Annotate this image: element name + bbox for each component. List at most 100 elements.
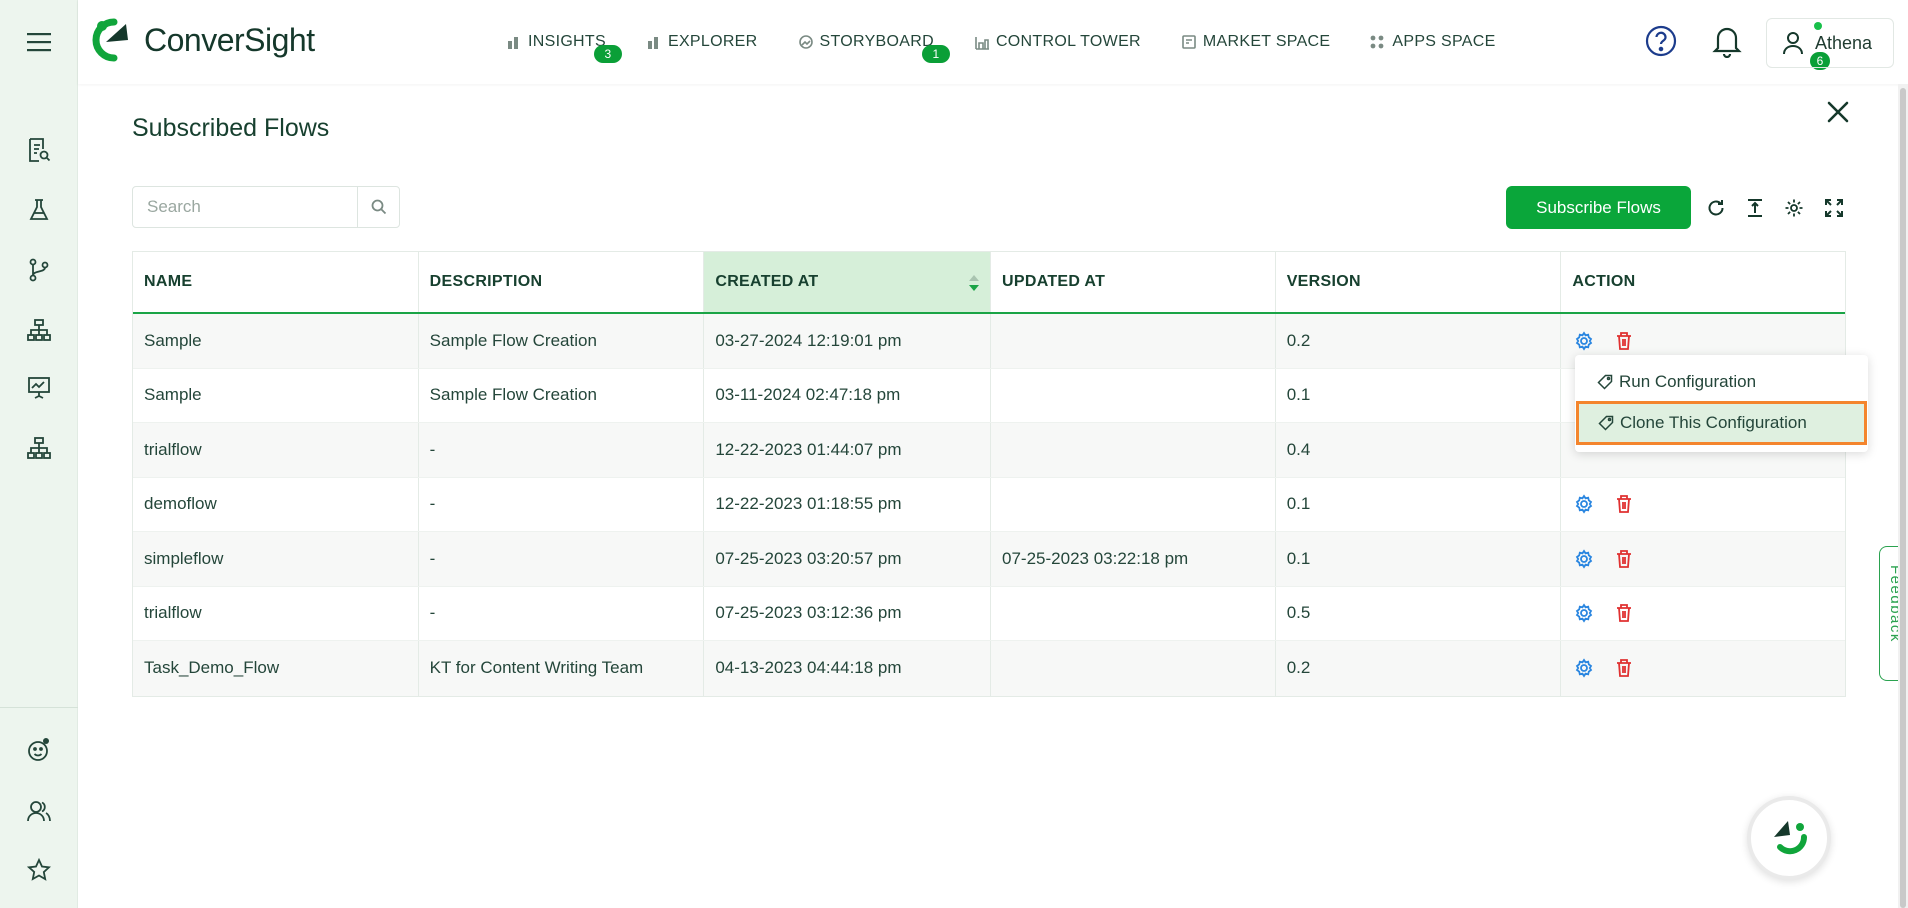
org-chart-icon[interactable] [21,430,57,466]
table-row: trialflow - 07-25-2023 03:12:36 pm 0.5 [133,586,1845,641]
bell-icon[interactable] [1712,24,1742,63]
nav-insights-badge: 3 [593,45,622,63]
delete-trash-icon[interactable] [1612,656,1636,680]
report-search-icon[interactable] [21,132,57,168]
brand-logo[interactable]: ConverSight [92,18,315,62]
apps-grid-icon [1370,34,1386,50]
search-input[interactable] [133,187,357,227]
tag-icon [1597,374,1613,390]
left-rail [0,0,78,908]
storyboard-icon [798,34,814,50]
flask-icon[interactable] [21,192,57,228]
cell-created-at: 12-22-2023 01:18:55 pm [704,477,992,531]
refresh-icon[interactable] [1704,196,1728,220]
scrollbar-thumb[interactable] [1900,88,1906,908]
cell-created-at: 07-25-2023 03:12:36 pm [704,586,992,640]
user-icon [1783,32,1803,55]
column-header-version[interactable]: VERSION [1276,252,1562,312]
nav-insights-label: INSIGHTS [528,33,606,50]
nav-insights[interactable]: INSIGHTS 3 [506,33,622,63]
delete-trash-icon[interactable] [1612,601,1636,625]
cell-actions [1561,587,1845,641]
user-menu[interactable]: Athena [1766,18,1894,68]
nav-control-tower[interactable]: CONTROL TOWER [974,33,1141,51]
cell-name: Task_Demo_Flow [133,641,419,696]
table-header: NAME DESCRIPTION CREATED AT UPDATED AT V… [133,252,1845,314]
search-icon[interactable] [357,187,399,227]
page-scrollbar[interactable] [1898,84,1908,908]
cell-updated-at [991,314,1276,368]
cell-description: Sample Flow Creation [419,314,705,368]
column-header-name[interactable]: NAME [133,252,419,312]
bot-face-icon[interactable] [21,732,57,768]
settings-gear-icon[interactable] [1572,601,1596,625]
close-icon[interactable] [1826,100,1850,129]
text-height-icon[interactable] [1743,196,1767,220]
fullscreen-icon[interactable] [1822,196,1846,220]
chatbot-launcher[interactable] [1747,796,1831,880]
cell-created-at: 12-22-2023 01:44:07 pm [704,423,992,477]
nav-market-space[interactable]: MARKET SPACE [1181,33,1330,51]
delete-trash-icon[interactable] [1612,492,1636,516]
column-header-action: ACTION [1572,273,1636,290]
cell-name: Sample [133,368,419,422]
tag-icon [1598,415,1614,431]
settings-gear-icon[interactable] [1572,492,1596,516]
table-row: simpleflow - 07-25-2023 03:20:57 pm 07-2… [133,532,1845,587]
menu-item-clone-configuration[interactable]: Clone This Configuration [1576,401,1867,445]
menu-item-run-configuration[interactable]: Run Configuration [1575,360,1868,404]
delete-trash-icon[interactable] [1612,547,1636,571]
nav-explorer[interactable]: EXPLORER [646,33,758,51]
table-row: demoflow - 12-22-2023 01:18:55 pm 0.1 [133,477,1845,532]
cell-version: 0.5 [1276,586,1562,640]
settings-gear-icon[interactable] [1572,547,1596,571]
user-name: Athena [1815,32,1873,53]
nav-storyboard-badge: 1 [921,45,950,63]
column-header-created-at-label: CREATED AT [715,273,819,290]
control-tower-icon [974,34,990,50]
presentation-chart-icon[interactable] [21,370,57,406]
cell-updated-at [991,641,1276,696]
cell-name: simpleflow [133,532,419,586]
users-icon[interactable] [21,793,57,829]
market-icon [1181,34,1197,50]
cell-updated-at [991,368,1276,422]
flow-branch-icon[interactable] [21,252,57,288]
subscribe-flows-button[interactable]: Subscribe Flows [1506,186,1691,229]
nav-storyboard[interactable]: STORYBOARD 1 [798,33,950,63]
nav-apps-space-label: APPS SPACE [1392,33,1496,50]
help-icon[interactable] [1644,24,1678,63]
cell-name: trialflow [133,423,419,477]
settings-gear-icon[interactable] [1572,656,1596,680]
chatbot-logo-icon [1774,821,1808,855]
hamburger-menu-icon[interactable] [21,24,57,60]
cell-description: KT for Content Writing Team [419,641,705,696]
cell-version: 0.2 [1276,641,1562,696]
gear-icon[interactable] [1782,196,1806,220]
delete-trash-icon[interactable] [1612,329,1636,353]
cell-description: - [419,423,705,477]
column-header-description[interactable]: DESCRIPTION [419,252,705,312]
cell-version: 0.4 [1276,423,1562,477]
nav-apps-space[interactable]: APPS SPACE [1370,33,1495,51]
rail-divider [0,707,78,708]
page-title: Subscribed Flows [132,114,330,142]
brand-name: ConverSight [144,21,315,58]
sort-icon[interactable] [968,274,980,297]
cell-actions [1561,478,1845,532]
cell-updated-at [991,477,1276,531]
hierarchy-icon[interactable] [21,312,57,348]
table-row: Task_Demo_Flow KT for Content Writing Te… [133,641,1845,696]
bar-chart-icon [646,34,662,50]
cell-version: 0.1 [1276,368,1562,422]
column-header-created-at[interactable]: CREATED AT [704,252,992,312]
settings-gear-icon[interactable] [1572,329,1596,353]
cell-created-at: 07-25-2023 03:20:57 pm [704,532,992,586]
main-nav: INSIGHTS 3 EXPLORER STORYBOARD 1 CONTROL… [506,0,1536,84]
flows-table: NAME DESCRIPTION CREATED AT UPDATED AT V… [132,251,1846,697]
star-icon[interactable] [21,852,57,888]
column-header-updated-at[interactable]: UPDATED AT [991,252,1276,312]
bar-chart-icon [506,34,522,50]
cell-name: demoflow [133,477,419,531]
cell-updated-at [991,423,1276,477]
